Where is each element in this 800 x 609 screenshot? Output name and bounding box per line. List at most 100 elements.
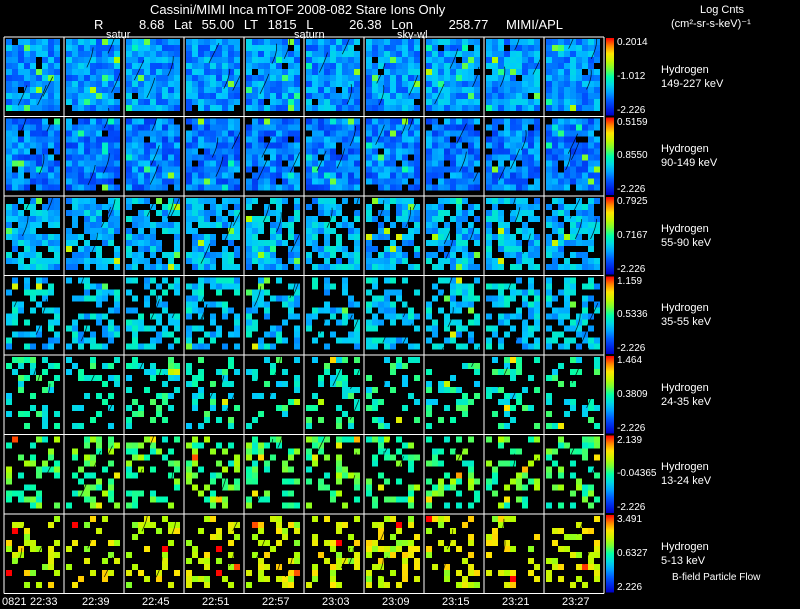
flux-pixel <box>510 216 516 222</box>
flux-pixel <box>282 99 288 105</box>
flux-pixel <box>432 564 438 570</box>
flux-pixel <box>24 460 30 467</box>
flux-pixel <box>144 436 150 443</box>
flux-pixel <box>342 69 348 75</box>
sky-map-panel <box>366 516 420 588</box>
flux-pixel <box>372 87 378 93</box>
flux-pixel <box>66 228 72 234</box>
flux-pixel <box>546 423 552 429</box>
flux-pixel <box>294 502 300 509</box>
flux-pixel <box>390 307 396 314</box>
flux-pixel <box>108 118 114 125</box>
flux-pixel <box>372 496 378 503</box>
flux-pixel <box>342 277 348 284</box>
flux-pixel <box>258 240 264 246</box>
flux-pixel <box>186 582 192 588</box>
flux-pixel <box>276 136 282 143</box>
flux-pixel <box>234 166 240 173</box>
flux-pixel <box>12 228 18 234</box>
flux-pixel <box>102 57 108 63</box>
sky-map-panel <box>66 108 120 191</box>
flux-pixel <box>588 130 594 137</box>
flux-pixel <box>450 184 456 191</box>
flux-pixel <box>6 178 12 185</box>
flux-pixel <box>534 204 540 210</box>
flux-pixel <box>498 216 504 222</box>
flux-pixel <box>570 130 576 137</box>
flux-pixel <box>12 69 18 75</box>
flux-pixel <box>528 478 534 485</box>
flux-pixel <box>186 57 192 63</box>
flux-pixel <box>336 319 342 326</box>
flux-pixel <box>582 57 588 63</box>
flux-pixel <box>246 466 252 473</box>
flux-pixel <box>162 564 168 570</box>
flux-pixel <box>72 405 78 411</box>
flux-pixel <box>234 93 240 99</box>
flux-pixel <box>270 198 276 204</box>
flux-pixel <box>474 87 480 93</box>
flux-pixel <box>396 148 402 155</box>
flux-pixel <box>534 252 540 258</box>
flux-pixel <box>438 198 444 204</box>
flux-pixel <box>318 39 324 45</box>
flux-pixel <box>486 570 492 576</box>
flux-pixel <box>330 166 336 173</box>
flux-pixel <box>144 57 150 63</box>
flux-pixel <box>336 258 342 264</box>
flux-pixel <box>216 277 222 284</box>
flux-pixel <box>264 39 270 45</box>
flux-pixel <box>6 130 12 137</box>
flux-pixel <box>204 45 210 51</box>
flux-pixel <box>102 264 108 270</box>
flux-pixel <box>528 289 534 296</box>
flux-pixel <box>252 39 258 45</box>
flux-pixel <box>48 39 54 45</box>
flux-pixel <box>414 142 420 149</box>
flux-pixel <box>72 264 78 270</box>
flux-pixel <box>222 166 228 173</box>
flux-pixel <box>288 87 294 93</box>
flux-pixel <box>486 240 492 246</box>
flux-pixel <box>186 478 192 485</box>
flux-pixel <box>498 39 504 45</box>
flux-pixel <box>318 130 324 137</box>
flux-pixel <box>54 216 60 222</box>
flux-pixel <box>498 387 504 393</box>
flux-pixel <box>450 337 456 344</box>
flux-pixel <box>162 57 168 63</box>
flux-pixel <box>456 258 462 264</box>
flux-pixel <box>498 87 504 93</box>
flux-pixel <box>18 387 24 393</box>
flux-pixel <box>150 363 156 369</box>
flux-pixel <box>234 148 240 155</box>
flux-pixel <box>372 178 378 185</box>
flux-pixel <box>54 75 60 81</box>
flux-pixel <box>258 178 264 185</box>
flux-pixel <box>336 204 342 210</box>
flux-pixel <box>72 57 78 63</box>
flux-pixel <box>312 264 318 270</box>
flux-pixel <box>564 81 570 87</box>
flux-pixel <box>84 496 90 503</box>
flux-pixel <box>444 75 450 81</box>
flux-pixel <box>588 337 594 344</box>
flux-pixel <box>492 325 498 332</box>
flux-pixel <box>438 387 444 393</box>
flux-pixel <box>336 540 342 546</box>
flux-pixel <box>210 130 216 137</box>
flux-pixel <box>552 375 558 381</box>
flux-pixel <box>558 423 564 429</box>
flux-pixel <box>198 75 204 81</box>
flux-pixel <box>312 216 318 222</box>
flux-pixel <box>498 442 504 449</box>
flux-pixel <box>216 369 222 375</box>
flux-pixel <box>504 313 510 320</box>
flux-pixel <box>354 160 360 167</box>
flux-pixel <box>588 405 594 411</box>
flux-pixel <box>6 442 12 449</box>
flux-pixel <box>348 184 354 191</box>
flux-pixel <box>570 45 576 51</box>
flux-pixel <box>366 51 372 57</box>
flux-pixel <box>282 222 288 228</box>
